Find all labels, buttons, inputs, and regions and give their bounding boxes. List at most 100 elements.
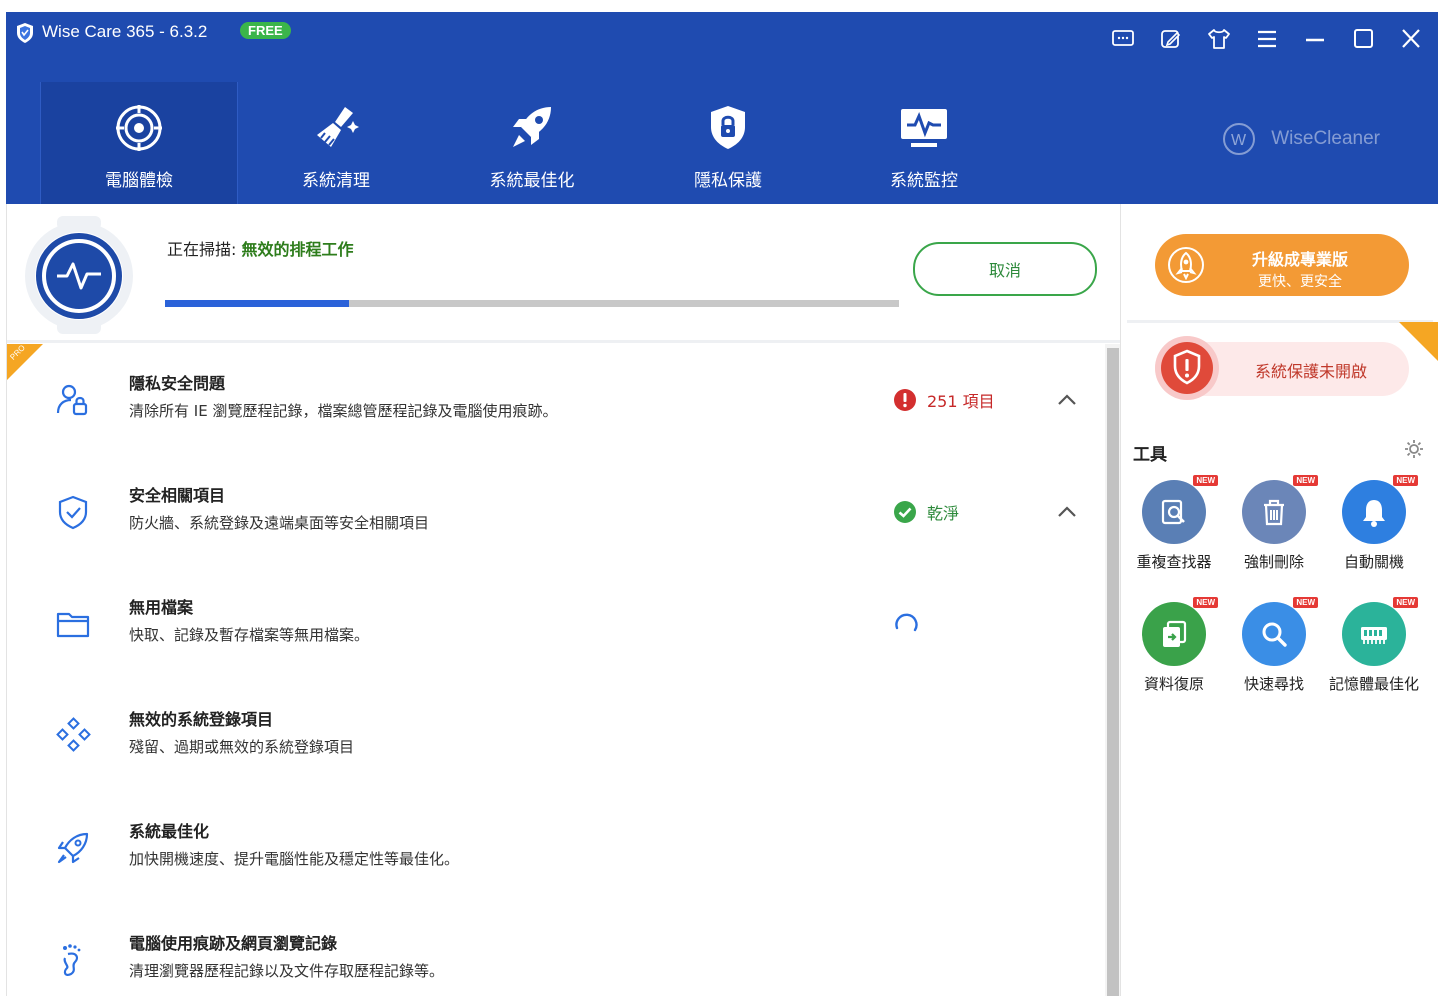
- title-bar: Wise Care 365 - 6.3.2 FREE: [6, 12, 1438, 56]
- footprint-icon: [53, 940, 93, 980]
- menu-icon[interactable]: [1254, 26, 1280, 52]
- list-item-privacy-issues[interactable]: 隱私安全問題 清除所有 IE 瀏覽歷程記錄，檔案總管歷程記錄及電腦使用痕跡。 2…: [7, 344, 1105, 456]
- tool-label: 記憶體最佳化: [1328, 675, 1419, 693]
- clean-status: 乾淨: [927, 504, 960, 523]
- nav-label: 隱私保護: [694, 171, 762, 191]
- upgrade-rocket-icon: [1168, 247, 1204, 283]
- checkup-panel: 正在掃描: 無效的排程工作 取消 PRO 隱私安全問題 清除所有 IE 瀏覽歷程…: [6, 204, 1121, 996]
- tool-label: 強制刪除: [1243, 553, 1304, 571]
- item-title: 安全相關項目: [129, 486, 226, 505]
- item-title: 無用檔案: [129, 598, 194, 617]
- free-badge: FREE: [240, 22, 291, 39]
- list-item-security-items[interactable]: 安全相關項目 防火牆、系統登錄及遠端桌面等安全相關項目 乾淨: [7, 456, 1105, 568]
- new-badge: NEW: [1393, 475, 1418, 486]
- duplicate-finder-icon: [1161, 499, 1185, 525]
- nav-item-system-monitor[interactable]: 系統監控: [826, 82, 1022, 204]
- tool-icon-circle: NEW: [1242, 475, 1318, 544]
- app-title: Wise Care 365 - 6.3.2: [42, 22, 208, 41]
- nav-label: 系統最佳化: [489, 171, 575, 191]
- tool-data-recovery[interactable]: NEW 資料復原: [1127, 597, 1221, 694]
- brand-name: WiseCleaner: [1271, 128, 1380, 149]
- shield-check-icon: [53, 492, 93, 532]
- item-status: 251 項目: [893, 388, 995, 412]
- item-title: 電腦使用痕跡及網頁瀏覽記錄: [129, 934, 338, 953]
- item-title: 系統最佳化: [129, 822, 210, 841]
- item-status: [893, 612, 919, 638]
- edit-icon[interactable]: [1158, 26, 1184, 52]
- cancel-button[interactable]: 取消: [913, 242, 1097, 296]
- broom-icon: [317, 107, 359, 147]
- brand-logo: W WiseCleaner: [1219, 122, 1380, 156]
- chevron-up-icon[interactable]: [1055, 500, 1079, 524]
- item-description: 快取、記錄及暫存檔案等無用檔案。: [129, 626, 370, 644]
- protection-status: 系統保護未開啟: [1255, 362, 1368, 381]
- list-scrollbar[interactable]: [1105, 344, 1121, 996]
- upgrade-pro-button[interactable]: 升級成專業版 更快、更安全: [1155, 234, 1409, 296]
- system-protection-button[interactable]: 系統保護未開啟: [1155, 336, 1409, 400]
- scrollbar-thumb[interactable]: [1107, 348, 1119, 996]
- tool-icon-circle: NEW: [1142, 475, 1218, 544]
- issue-count: 251 項目: [927, 392, 995, 411]
- tool-label: 資料復原: [1143, 675, 1204, 693]
- tool-auto-shutdown[interactable]: NEW 自動關機: [1327, 475, 1421, 572]
- list-item-invalid-registry[interactable]: 無效的系統登錄項目 殘留、過期或無效的系統登錄項目: [7, 680, 1105, 792]
- tool-memory-optimizer[interactable]: NEW 記憶體最佳化: [1327, 597, 1421, 694]
- tool-label: 自動關機: [1343, 553, 1404, 571]
- close-icon[interactable]: [1398, 26, 1424, 52]
- skin-icon[interactable]: [1206, 26, 1232, 52]
- tools-header: 工具: [1133, 445, 1167, 465]
- nav-label: 電腦體檢: [105, 171, 173, 191]
- item-title: 無效的系統登錄項目: [129, 710, 274, 729]
- list-item-usage-traces[interactable]: 電腦使用痕跡及網頁瀏覽記錄 清理瀏覽器歷程記錄以及文件存取歷程記錄等。: [7, 904, 1105, 996]
- tool-label: 快速尋找: [1243, 675, 1304, 693]
- registry-icon: [53, 716, 93, 756]
- tool-icon-circle: NEW: [1142, 597, 1218, 666]
- tool-duplicate-finder[interactable]: NEW 重複查找器: [1127, 475, 1221, 572]
- radar-icon: [116, 105, 162, 151]
- nav-item-privacy-protector[interactable]: 隱私保護: [630, 82, 826, 204]
- item-description: 清除所有 IE 瀏覽歷程記錄，檔案總管歷程記錄及電腦使用痕跡。: [129, 402, 558, 420]
- scan-status: 正在掃描: 無效的排程工作 取消: [7, 204, 1121, 343]
- lock-shield-icon: [711, 106, 745, 149]
- item-title: 隱私安全問題: [129, 374, 226, 393]
- minimize-icon[interactable]: [1302, 26, 1328, 52]
- tool-label: 重複查找器: [1136, 553, 1212, 571]
- check-circle-icon: [894, 501, 916, 523]
- header: Wise Care 365 - 6.3.2 FREE 電腦體檢 系統清理 系統最…: [6, 12, 1438, 204]
- window-controls: [1110, 26, 1424, 52]
- scan-prefix: 正在掃描:: [167, 240, 242, 259]
- side-panel: 升級成專業版 更快、更安全 系統保護未開啟 工具 NEW 重複查找器 NEW 強…: [1120, 204, 1438, 996]
- protection-shield-icon: [1155, 336, 1219, 400]
- svg-text:W: W: [1231, 132, 1247, 149]
- item-description: 清理瀏覽器歷程記錄以及文件存取歷程記錄等。: [129, 962, 445, 980]
- nav-item-pc-checkup[interactable]: 電腦體檢: [40, 82, 238, 204]
- main-nav: 電腦體檢 系統清理 系統最佳化 隱私保護 系統監控: [6, 82, 1022, 204]
- memory-icon: [1361, 627, 1387, 644]
- nav-item-system-tuneup[interactable]: 系統最佳化: [434, 82, 630, 204]
- bell-icon: [1363, 500, 1385, 527]
- upgrade-text: 升級成專業版 更快、更安全: [1225, 246, 1375, 291]
- new-badge: NEW: [1193, 597, 1218, 608]
- tool-fast-search[interactable]: NEW 快速尋找: [1227, 597, 1321, 694]
- nav-item-system-cleaner[interactable]: 系統清理: [238, 82, 434, 204]
- list-item-system-optimization[interactable]: 系統最佳化 加快開機速度、提升電腦性能及穩定性等最佳化。: [7, 792, 1105, 904]
- user-lock-icon: [53, 380, 93, 420]
- rocket-outline-icon: [53, 828, 93, 868]
- maximize-icon[interactable]: [1350, 26, 1376, 52]
- nav-label: 系統清理: [302, 171, 370, 191]
- new-badge: NEW: [1293, 597, 1318, 608]
- feedback-icon[interactable]: [1110, 26, 1136, 52]
- checkup-item-list: PRO 隱私安全問題 清除所有 IE 瀏覽歷程記錄，檔案總管歷程記錄及電腦使用痕…: [7, 344, 1105, 996]
- search-icon: [1262, 622, 1287, 647]
- alert-icon: [894, 389, 916, 411]
- nav-label: 系統監控: [890, 171, 958, 191]
- scan-gauge-icon: [25, 216, 133, 334]
- item-description: 加快開機速度、提升電腦性能及穩定性等最佳化。: [129, 850, 460, 868]
- divider: [1127, 320, 1433, 323]
- chevron-up-icon[interactable]: [1055, 388, 1079, 412]
- gear-icon[interactable]: [1403, 438, 1425, 460]
- monitor-icon: [901, 109, 947, 147]
- list-item-junk-files[interactable]: 無用檔案 快取、記錄及暫存檔案等無用檔案。: [7, 568, 1105, 680]
- tool-icon-circle: NEW: [1342, 597, 1418, 666]
- tool-force-delete[interactable]: NEW 強制刪除: [1227, 475, 1321, 572]
